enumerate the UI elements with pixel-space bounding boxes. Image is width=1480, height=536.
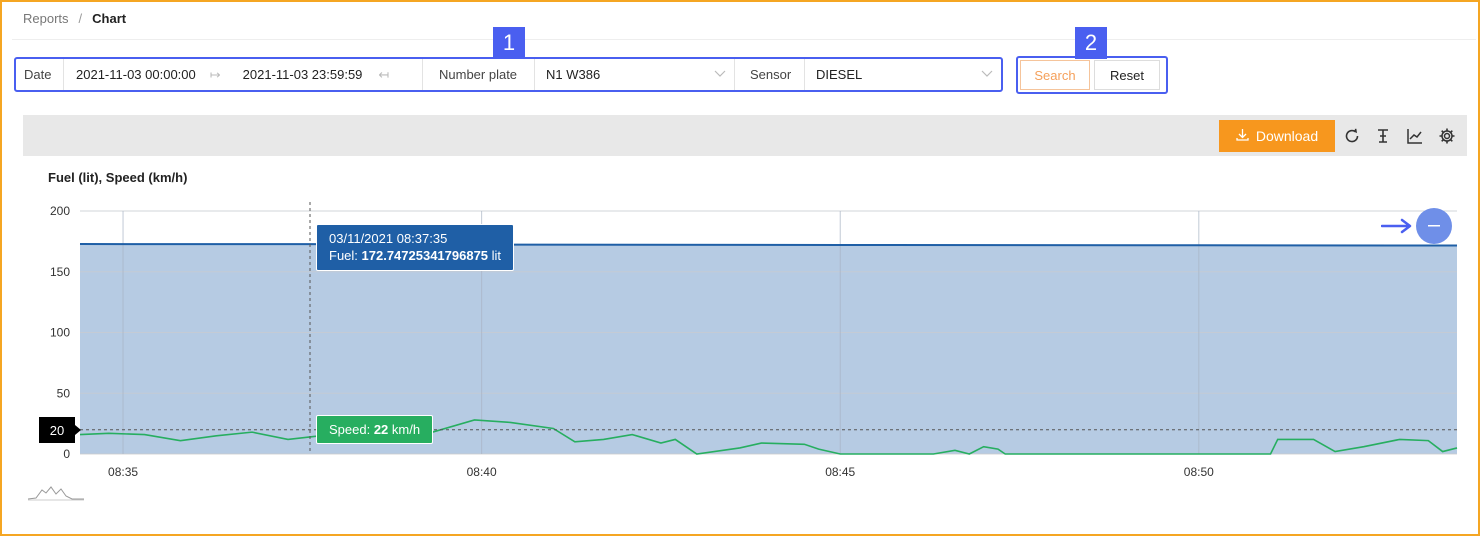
y-tick-label: 100 xyxy=(50,326,70,340)
speed-tooltip: Speed: 22 km/h xyxy=(316,415,434,444)
x-tick-label: 08:40 xyxy=(467,465,497,479)
speed-tooltip-label: Speed: xyxy=(329,422,374,437)
fuel-tooltip-value-line: Fuel: 172.74725341796875 lit xyxy=(329,247,501,264)
fuel-tooltip-unit: lit xyxy=(488,248,502,263)
fuel-tooltip: 03/11/2021 08:37:35 Fuel: 172.7472534179… xyxy=(316,224,515,271)
fuel-tooltip-value: 172.74725341796875 xyxy=(361,248,489,263)
fuel-tooltip-time: 03/11/2021 08:37:35 xyxy=(329,231,448,246)
y-tick-label: 0 xyxy=(63,447,70,461)
y-tick-label: 200 xyxy=(50,204,70,218)
y-axis-crosshair-marker: 20 xyxy=(39,417,81,443)
x-tick-label: 08:50 xyxy=(1184,465,1214,479)
x-tick-label: 08:45 xyxy=(825,465,855,479)
annotation-arrow-icon xyxy=(1381,218,1412,234)
speed-tooltip-value: 22 xyxy=(373,422,389,437)
fuel-area xyxy=(80,244,1457,454)
x-tick-label: 08:35 xyxy=(108,465,138,479)
speed-tooltip-unit: km/h xyxy=(388,422,421,437)
y-tick-label: 50 xyxy=(57,386,71,400)
navigator-preview-icon[interactable] xyxy=(28,484,84,502)
y-tick-label: 150 xyxy=(50,265,70,279)
fuel-tooltip-label: Fuel: xyxy=(329,248,362,263)
reset-zoom-button[interactable] xyxy=(1416,208,1452,244)
fuel-speed-chart[interactable]: 0 50 100 150 200 08:35 08:40 08:45 08:50 xyxy=(0,0,1480,536)
minus-icon xyxy=(1428,225,1440,227)
